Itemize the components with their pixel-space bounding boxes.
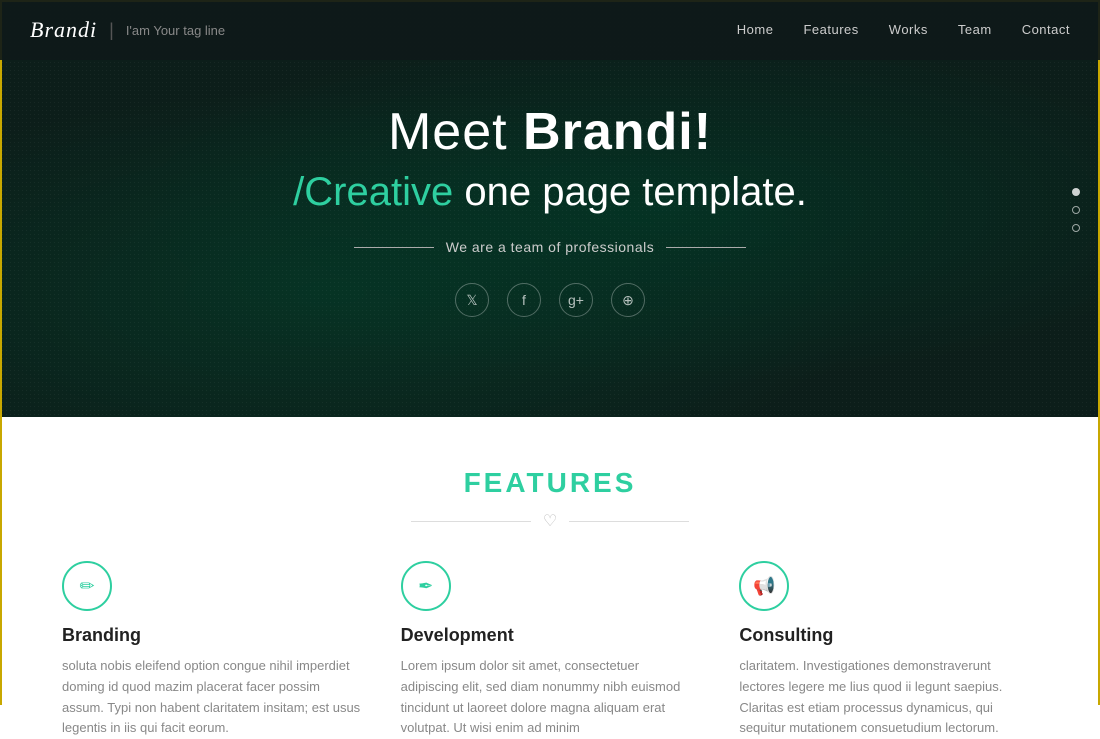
- nav-item-team[interactable]: Team: [958, 22, 992, 37]
- features-title: FEATURES: [62, 467, 1038, 499]
- hero-title: Meet Brandi!: [293, 102, 807, 162]
- nav-item-features[interactable]: Features: [803, 22, 858, 37]
- feature-consulting-name: Consulting: [739, 625, 1038, 646]
- scroll-dot-3[interactable]: [1072, 224, 1080, 232]
- social-twitter-icon[interactable]: 𝕏: [455, 283, 489, 317]
- hero-section: Meet Brandi! /Creative one page template…: [2, 2, 1098, 417]
- hero-tagline: We are a team of professionals: [446, 239, 655, 255]
- hero-social: 𝕏 f g+ ⊕: [293, 283, 807, 317]
- feature-development: ✒ Development Lorem ipsum dolor sit amet…: [401, 561, 700, 739]
- feature-development-icon: ✒: [401, 561, 451, 611]
- scroll-dot-2[interactable]: [1072, 206, 1080, 214]
- scroll-dots: [1072, 188, 1080, 232]
- social-googleplus-icon[interactable]: g+: [559, 283, 593, 317]
- hero-subtitle-accent: /Creative: [293, 170, 453, 214]
- feature-consulting-icon: 📢: [739, 561, 789, 611]
- features-grid: ✏ Branding soluta nobis eleifend option …: [62, 561, 1038, 739]
- features-header: FEATURES ♡: [62, 467, 1038, 531]
- hero-title-plain: Meet: [388, 103, 523, 161]
- brand-tagline: I'am Your tag line: [126, 23, 225, 38]
- navbar: Brandi | I'am Your tag line Home Feature…: [0, 0, 1100, 60]
- feature-consulting-desc: claritatem. Investigationes demonstraver…: [739, 656, 1038, 739]
- scroll-dot-1[interactable]: [1072, 188, 1080, 196]
- feature-development-name: Development: [401, 625, 700, 646]
- features-divider-heart-icon: ♡: [543, 511, 557, 531]
- hero-subtitle-rest: one page template.: [453, 170, 807, 214]
- brand-separator: |: [109, 20, 114, 41]
- feature-development-desc: Lorem ipsum dolor sit amet, consectetuer…: [401, 656, 700, 739]
- feature-branding-icon: ✏: [62, 561, 112, 611]
- feature-consulting: 📢 Consulting claritatem. Investigationes…: [739, 561, 1038, 739]
- features-section: FEATURES ♡ ✏ Branding soluta nobis eleif…: [2, 417, 1098, 707]
- nav-item-home[interactable]: Home: [737, 22, 774, 37]
- nav-item-works[interactable]: Works: [889, 22, 928, 37]
- hero-divider: We are a team of professionals: [293, 239, 807, 255]
- feature-branding: ✏ Branding soluta nobis eleifend option …: [62, 561, 361, 739]
- features-divider: ♡: [62, 511, 1038, 531]
- feature-branding-desc: soluta nobis eleifend option congue nihi…: [62, 656, 361, 739]
- hero-title-bold: Brandi!: [523, 103, 712, 161]
- hero-content: Meet Brandi! /Creative one page template…: [293, 102, 807, 317]
- nav-item-contact[interactable]: Contact: [1022, 22, 1070, 37]
- social-globe-icon[interactable]: ⊕: [611, 283, 645, 317]
- social-facebook-icon[interactable]: f: [507, 283, 541, 317]
- hero-subtitle: /Creative one page template.: [293, 170, 807, 215]
- nav-menu: Home Features Works Team Contact: [737, 21, 1070, 39]
- brand-logo[interactable]: Brandi: [30, 17, 97, 43]
- feature-branding-name: Branding: [62, 625, 361, 646]
- brand: Brandi | I'am Your tag line: [30, 17, 225, 43]
